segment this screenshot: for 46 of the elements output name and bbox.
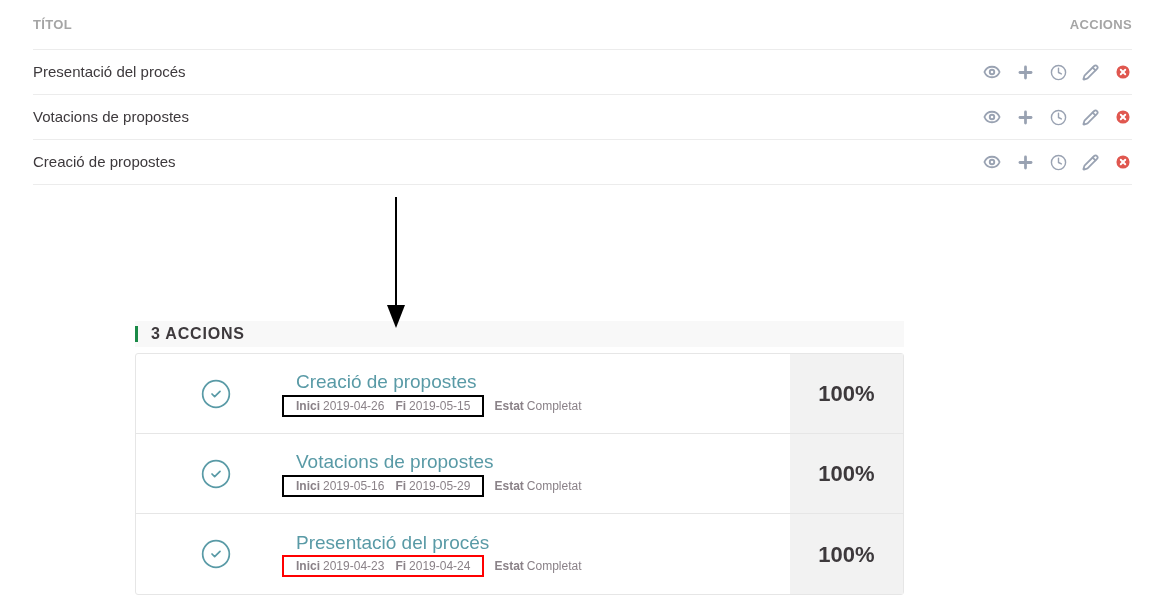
view-icon[interactable]	[983, 63, 1001, 81]
clock-icon[interactable]	[1050, 63, 1067, 81]
status-value: Completat	[526, 558, 582, 576]
column-header: ACCIONS	[1069, 15, 1132, 34]
edit-icon[interactable]	[1082, 63, 1099, 81]
edit-icon[interactable]	[1082, 108, 1099, 126]
end-date: 2019-04-24	[409, 558, 471, 576]
end-label: Fi	[395, 477, 407, 495]
status-label: Estat	[494, 558, 524, 576]
end-label: Fi	[395, 558, 407, 576]
accent-bar	[135, 326, 138, 342]
start-label: Inici	[296, 558, 320, 576]
row-title: Creació de propostes	[33, 151, 176, 172]
start-label: Inici	[296, 477, 320, 495]
status-value: Completat	[526, 477, 582, 495]
progress-percent: 100%	[818, 460, 875, 488]
action-title[interactable]: Creació de propostes	[296, 370, 477, 394]
check-icon	[200, 377, 232, 410]
status-label: Estat	[494, 477, 524, 495]
close-icon[interactable]	[1114, 153, 1132, 171]
start-label: Inici	[296, 397, 320, 415]
status-label: Estat	[494, 397, 524, 415]
start-date: 2019-05-16	[323, 477, 385, 495]
view-icon[interactable]	[983, 108, 1001, 126]
start-date: 2019-04-23	[323, 558, 385, 576]
progress-percent: 100%	[818, 380, 875, 408]
edit-icon[interactable]	[1082, 153, 1099, 171]
end-label: Fi	[395, 397, 407, 415]
column-header: TÍTOL	[33, 15, 72, 34]
check-icon	[200, 538, 232, 570]
end-date: 2019-05-15	[409, 397, 471, 415]
section-title: 3 ACCIONS	[151, 324, 245, 344]
end-date: 2019-05-29	[409, 477, 471, 495]
action-title[interactable]: Votacions de propostes	[296, 450, 494, 474]
action-title[interactable]: Presentació del procés	[296, 530, 490, 555]
close-icon[interactable]	[1114, 108, 1132, 126]
view-icon[interactable]	[983, 153, 1001, 171]
row-title: Votacions de propostes	[33, 106, 189, 127]
progress-percent: 100%	[818, 540, 875, 569]
check-icon	[200, 457, 232, 490]
close-icon[interactable]	[1114, 63, 1132, 81]
row-title: Presentació del procés	[33, 61, 186, 82]
start-date: 2019-04-26	[323, 397, 385, 415]
clock-icon[interactable]	[1050, 153, 1067, 171]
clock-icon[interactable]	[1050, 108, 1067, 126]
status-value: Completat	[526, 397, 582, 415]
